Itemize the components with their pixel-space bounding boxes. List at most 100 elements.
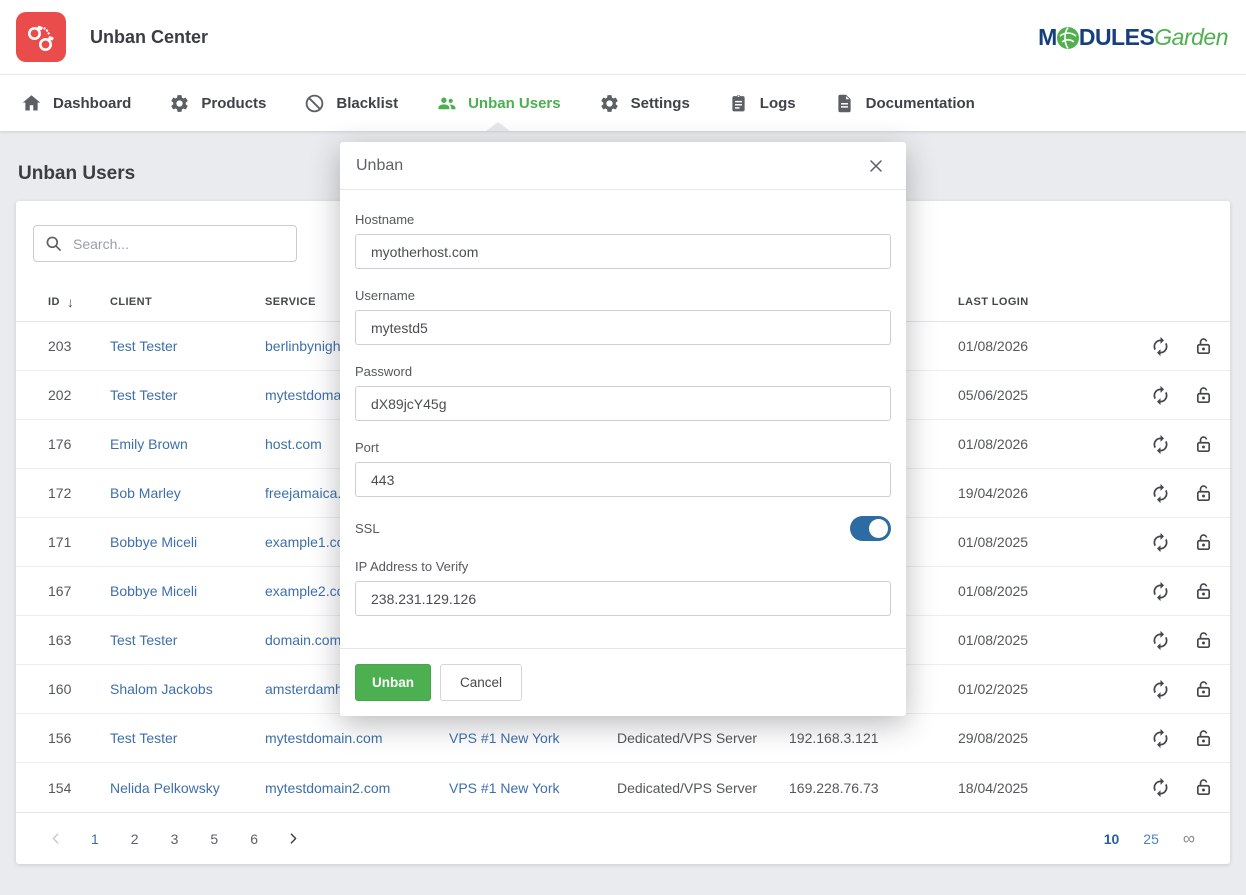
unlock-icon[interactable] [1193, 581, 1214, 602]
nav-item-logs[interactable]: Logs [713, 75, 811, 131]
refresh-icon[interactable] [1150, 336, 1171, 357]
refresh-icon[interactable] [1150, 434, 1171, 455]
column-header: CLIENT [110, 296, 265, 308]
page-button-3[interactable]: 3 [165, 827, 185, 851]
unlock-icon[interactable] [1193, 777, 1214, 798]
page-size-all[interactable]: ∞ [1178, 825, 1200, 853]
chevron-left-icon [49, 832, 62, 845]
page-button-2[interactable]: 2 [125, 827, 145, 851]
client-link[interactable]: Test Tester [110, 387, 265, 403]
unlock-icon[interactable] [1193, 434, 1214, 455]
unlock-icon[interactable] [1193, 385, 1214, 406]
row-actions [1118, 728, 1214, 749]
refresh-icon[interactable] [1150, 630, 1171, 651]
refresh-icon[interactable] [1150, 385, 1171, 406]
document-icon [834, 93, 855, 114]
gear-icon [599, 93, 620, 114]
row-actions [1118, 483, 1214, 504]
nav-item-settings[interactable]: Settings [584, 75, 705, 131]
app-title: Unban Center [90, 27, 208, 48]
unlock-icon[interactable] [1193, 679, 1214, 700]
page-button-1[interactable]: 1 [85, 827, 105, 851]
nav-item-documentation[interactable]: Documentation [819, 75, 990, 131]
app-header: Unban Center M DULES Garden [0, 0, 1246, 75]
brand-garden: Garden [1154, 26, 1228, 49]
refresh-icon[interactable] [1150, 532, 1171, 553]
ssl-toggle[interactable] [850, 516, 891, 541]
client-link[interactable]: Nelida Pelkowsky [110, 780, 265, 796]
unlock-icon[interactable] [1193, 728, 1214, 749]
password-field-group: Password [355, 364, 891, 421]
table-row: 154 Nelida Pelkowsky mytestdomain2.com V… [16, 763, 1230, 812]
cancel-button[interactable]: Cancel [440, 664, 522, 701]
ip-input[interactable] [355, 581, 891, 616]
client-link[interactable]: Bobbye Miceli [110, 583, 265, 599]
client-link[interactable]: Bob Marley [110, 485, 265, 501]
main-nav: Dashboard Products Blacklist Unban Users… [0, 75, 1246, 131]
modal-footer: Unban Cancel [340, 648, 906, 716]
hostname-input[interactable] [355, 234, 891, 269]
unlock-icon[interactable] [1193, 336, 1214, 357]
client-link[interactable]: Test Tester [110, 730, 265, 746]
service-link[interactable]: mytestdomain.com [265, 730, 449, 746]
username-label: Username [355, 288, 891, 303]
active-tab-caret [486, 122, 510, 131]
refresh-icon[interactable] [1150, 728, 1171, 749]
page-size-25[interactable]: 25 [1138, 827, 1164, 851]
product-link[interactable]: VPS #1 New York [449, 730, 617, 746]
modal-header: Unban [340, 142, 906, 190]
port-input[interactable] [355, 462, 891, 497]
nav-item-blacklist[interactable]: Blacklist [289, 75, 413, 131]
nav-item-products[interactable]: Products [154, 75, 281, 131]
page-button-6[interactable]: 6 [244, 827, 264, 851]
client-link[interactable]: Emily Brown [110, 436, 265, 452]
client-link[interactable]: Shalom Jackobs [110, 681, 265, 697]
ip-label: IP Address to Verify [355, 559, 891, 574]
table-row: 156 Test Tester mytestdomain.com VPS #1 … [16, 714, 1230, 763]
row-actions [1118, 630, 1214, 651]
refresh-icon[interactable] [1150, 777, 1171, 798]
row-actions [1118, 336, 1214, 357]
hostname-label: Hostname [355, 212, 891, 227]
product-link[interactable]: VPS #1 New York [449, 780, 617, 796]
unlock-icon[interactable] [1193, 630, 1214, 651]
handcuffs-icon [24, 20, 58, 54]
unlock-icon[interactable] [1193, 532, 1214, 553]
port-field-group: Port [355, 440, 891, 497]
block-icon [304, 93, 325, 114]
refresh-icon[interactable] [1150, 483, 1171, 504]
row-actions [1118, 532, 1214, 553]
unlock-icon[interactable] [1193, 483, 1214, 504]
client-link[interactable]: Test Tester [110, 632, 265, 648]
hostname-field-group: Hostname [355, 212, 891, 269]
client-link[interactable]: Bobbye Miceli [110, 534, 265, 550]
refresh-icon[interactable] [1150, 679, 1171, 700]
pagination-bar: 12356 1025∞ [16, 812, 1230, 864]
unban-button[interactable]: Unban [355, 664, 431, 701]
username-input[interactable] [355, 310, 891, 345]
nav-item-dashboard[interactable]: Dashboard [6, 75, 146, 131]
client-link[interactable]: Test Tester [110, 338, 265, 354]
brand-m: M [1038, 26, 1057, 49]
ssl-label: SSL [355, 521, 380, 536]
nav-item-unban-users[interactable]: Unban Users [421, 75, 576, 131]
refresh-icon[interactable] [1150, 581, 1171, 602]
next-page-button[interactable] [277, 826, 311, 852]
ssl-field-group: SSL [355, 516, 891, 541]
page-button-5[interactable]: 5 [204, 827, 224, 851]
column-header-id-sort[interactable]: ID↓ [48, 294, 110, 310]
unban-center-logo [16, 12, 66, 62]
search-input[interactable] [73, 236, 286, 252]
modal-title: Unban [356, 157, 403, 175]
home-icon [21, 93, 42, 114]
row-actions [1118, 434, 1214, 455]
password-input[interactable] [355, 386, 891, 421]
search-icon [44, 234, 63, 253]
service-link[interactable]: mytestdomain2.com [265, 780, 449, 796]
row-actions [1118, 777, 1214, 798]
unban-modal: Unban Hostname Username Password Port SS… [340, 142, 906, 716]
pagination-pages: 12356 [38, 826, 311, 852]
close-icon[interactable] [866, 156, 886, 176]
row-actions [1118, 581, 1214, 602]
page-size-10[interactable]: 10 [1099, 827, 1125, 851]
